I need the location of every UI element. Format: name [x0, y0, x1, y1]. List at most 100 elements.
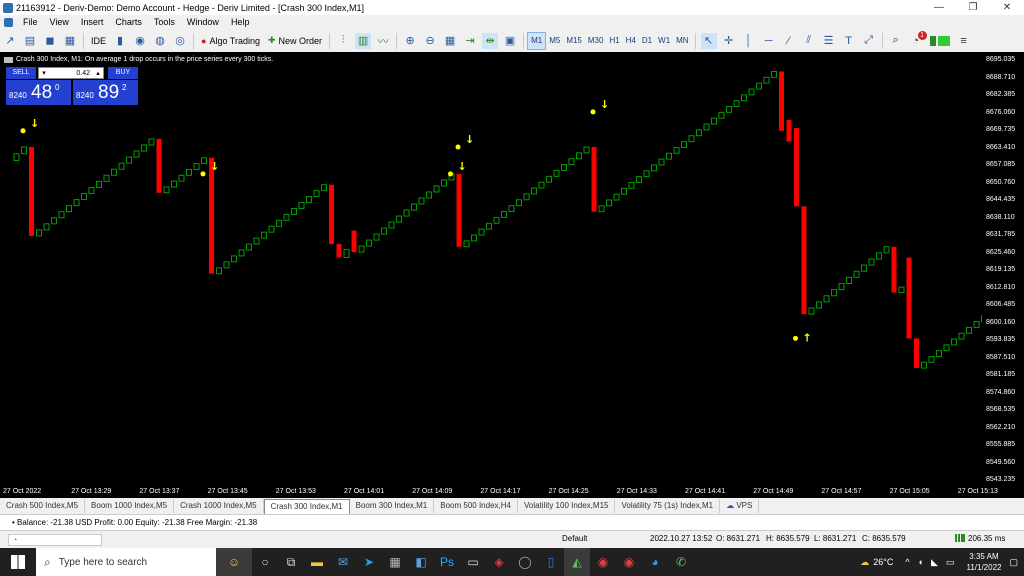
menu-help[interactable]: Help [225, 15, 256, 29]
fibonacci-icon[interactable]: ☰ [821, 33, 837, 49]
lot-increase-icon[interactable]: ▴ [93, 69, 103, 77]
metatrader-icon[interactable]: ▯ [538, 548, 564, 576]
timeframe-h1[interactable]: H1 [606, 33, 622, 49]
zoom-out-icon[interactable]: ⊖ [422, 33, 438, 49]
start-button[interactable] [0, 548, 36, 576]
cortana-icon[interactable]: ○ [252, 548, 278, 576]
battery-icon[interactable]: ▭ [946, 557, 955, 568]
connection-icon[interactable] [928, 33, 952, 49]
help-search-field[interactable]: ◔ [8, 534, 102, 546]
lot-size-field[interactable]: ▾ 0.42 ▴ [38, 67, 104, 79]
text-icon[interactable]: T [841, 33, 857, 49]
autoscroll-icon[interactable]: ◼ [42, 33, 58, 49]
shapes-icon[interactable]: ⤢ [861, 33, 877, 49]
menu-charts[interactable]: Charts [109, 15, 148, 29]
chart-window-icon[interactable] [4, 17, 13, 27]
market-icon[interactable]: ◍ [152, 33, 168, 49]
crosshair-icon[interactable]: ✛ [721, 33, 737, 49]
mail-icon[interactable]: ✉ [330, 548, 356, 576]
speaker-icon[interactable]: ◖ [918, 557, 923, 567]
edge-icon[interactable]: ◕ [642, 548, 668, 576]
timeframe-m30[interactable]: M30 [585, 33, 607, 49]
media-icon[interactable]: ◯ [512, 548, 538, 576]
menu-view[interactable]: View [44, 15, 75, 29]
scroll-end-icon[interactable]: ⇥ [462, 33, 478, 49]
store-icon[interactable]: ◧ [408, 548, 434, 576]
price-axis[interactable]: 8695.035 8688.710 8682.385 8676.060 8669.735… [982, 52, 1024, 498]
timeframe-mn[interactable]: MN [673, 33, 691, 49]
chrome-icon-2[interactable]: ◉ [616, 548, 642, 576]
calculator-icon[interactable]: ▦ [382, 548, 408, 576]
profiles-icon[interactable]: ▤ [22, 33, 38, 49]
search-icon[interactable]: ⌕ [888, 33, 904, 49]
buy-price[interactable]: 8240 89 2 [73, 80, 138, 105]
terminal-icon[interactable]: ▭ [460, 548, 486, 576]
phone-icon[interactable]: ✆ [668, 548, 694, 576]
screenshot-icon[interactable]: ▣ [502, 33, 518, 49]
channel-icon[interactable]: ⫽ [801, 33, 817, 49]
trendline-icon[interactable]: ⁄ [781, 33, 797, 49]
tab-vps[interactable]: ☁ VPS [720, 499, 760, 513]
lock-icon[interactable]: ▮ [112, 33, 128, 49]
menu-window[interactable]: Window [181, 15, 225, 29]
market-watch-icon[interactable]: ▦ [62, 33, 78, 49]
app-icon-red[interactable]: ◈ [486, 548, 512, 576]
tab-boom-1000-m5[interactable]: Boom 1000 Index,M5 [85, 499, 175, 513]
vps-icon[interactable]: ◎ [172, 33, 188, 49]
vertical-line-icon[interactable]: │ [741, 33, 757, 49]
tab-boom-500-h4[interactable]: Boom 500 Index,H4 [434, 499, 518, 513]
algo-trading-button[interactable]: ● Algo Trading [197, 32, 264, 50]
timeframe-d1[interactable]: D1 [639, 33, 655, 49]
chrome-icon[interactable]: ◉ [590, 548, 616, 576]
horizontal-line-icon[interactable]: ─ [761, 33, 777, 49]
menu-file[interactable]: File [17, 15, 44, 29]
timeframe-m5[interactable]: M5 [546, 33, 563, 49]
new-chart-icon[interactable]: ↗ [2, 33, 18, 49]
notifications-icon[interactable]: ◔ 1 [908, 30, 927, 49]
tab-crash-1000-m5[interactable]: Crash 1000 Index,M5 [174, 499, 264, 513]
tab-crash-300-m1[interactable]: Crash 300 Index,M1 [263, 498, 350, 514]
chart-shift-icon[interactable]: ⇹ [482, 32, 499, 49]
metatrader-active-icon[interactable]: ◭ [564, 548, 590, 576]
tab-boom-300-m1[interactable]: Boom 300 Index,M1 [350, 499, 435, 513]
menu-tools[interactable]: Tools [148, 15, 181, 29]
photoshop-icon[interactable]: Ps [434, 548, 460, 576]
bar-chart-icon[interactable]: ⫶ [335, 33, 351, 49]
ide-button[interactable]: IDE [87, 32, 110, 50]
signals-icon[interactable]: ◉ [132, 33, 148, 49]
zoom-in-icon[interactable]: ⊕ [402, 33, 418, 49]
clock[interactable]: 3:35 AM 11/1/2022 [966, 551, 1001, 573]
buy-button[interactable]: BUY [108, 67, 138, 79]
tab-volatility-75-1s-m1[interactable]: Volatility 75 (1s) Index,M1 [615, 499, 721, 513]
settings-icon[interactable]: ≡ [956, 33, 972, 49]
lot-dropdown-icon[interactable]: ▾ [39, 69, 49, 77]
notification-center-icon[interactable]: ▢ [1009, 557, 1018, 568]
cursor-icon[interactable]: ↖ [700, 32, 717, 49]
new-order-button[interactable]: ✚ New Order [264, 32, 326, 50]
sell-price[interactable]: 8240 48 0 [6, 80, 71, 105]
weather-icon[interactable]: ☁ [860, 557, 869, 568]
tray-chevron-icon[interactable]: ^ [905, 557, 909, 567]
timeframe-h4[interactable]: H4 [623, 33, 639, 49]
telegram-icon[interactable]: ➤ [356, 548, 382, 576]
taskbar-app-icon[interactable]: ☺ [216, 548, 252, 576]
line-chart-icon[interactable]: 〰 [375, 33, 391, 49]
network-icon[interactable]: ◣ [931, 557, 938, 568]
maximize-button[interactable]: ❐ [956, 0, 990, 15]
price-chart[interactable]: ↓↓↓↓↓↑↓↓↓↑ Crash 300 Index, M1: On avera… [0, 52, 1024, 498]
taskbar-search[interactable]: ⌕ Type here to search [36, 548, 216, 576]
timeframe-w1[interactable]: W1 [655, 33, 673, 49]
weather-temp[interactable]: 26°C [873, 557, 893, 567]
tab-crash-500-m5[interactable]: Crash 500 Index,M5 [0, 499, 86, 513]
timeframe-m1[interactable]: M1 [527, 31, 547, 50]
sell-button[interactable]: SELL [6, 67, 36, 79]
tab-volatility-100-m15[interactable]: Volatility 100 Index,M15 [518, 499, 616, 513]
task-view-icon[interactable]: ⧉ [278, 548, 304, 576]
timeframe-m15[interactable]: M15 [563, 33, 585, 49]
minimize-button[interactable]: — [922, 0, 956, 15]
close-button[interactable]: ✕ [990, 0, 1024, 15]
grid-icon[interactable]: ▦ [442, 33, 458, 49]
file-explorer-icon[interactable]: ▬ [304, 548, 330, 576]
candlestick-icon[interactable]: ▥ [355, 32, 372, 49]
menu-insert[interactable]: Insert [75, 15, 110, 29]
